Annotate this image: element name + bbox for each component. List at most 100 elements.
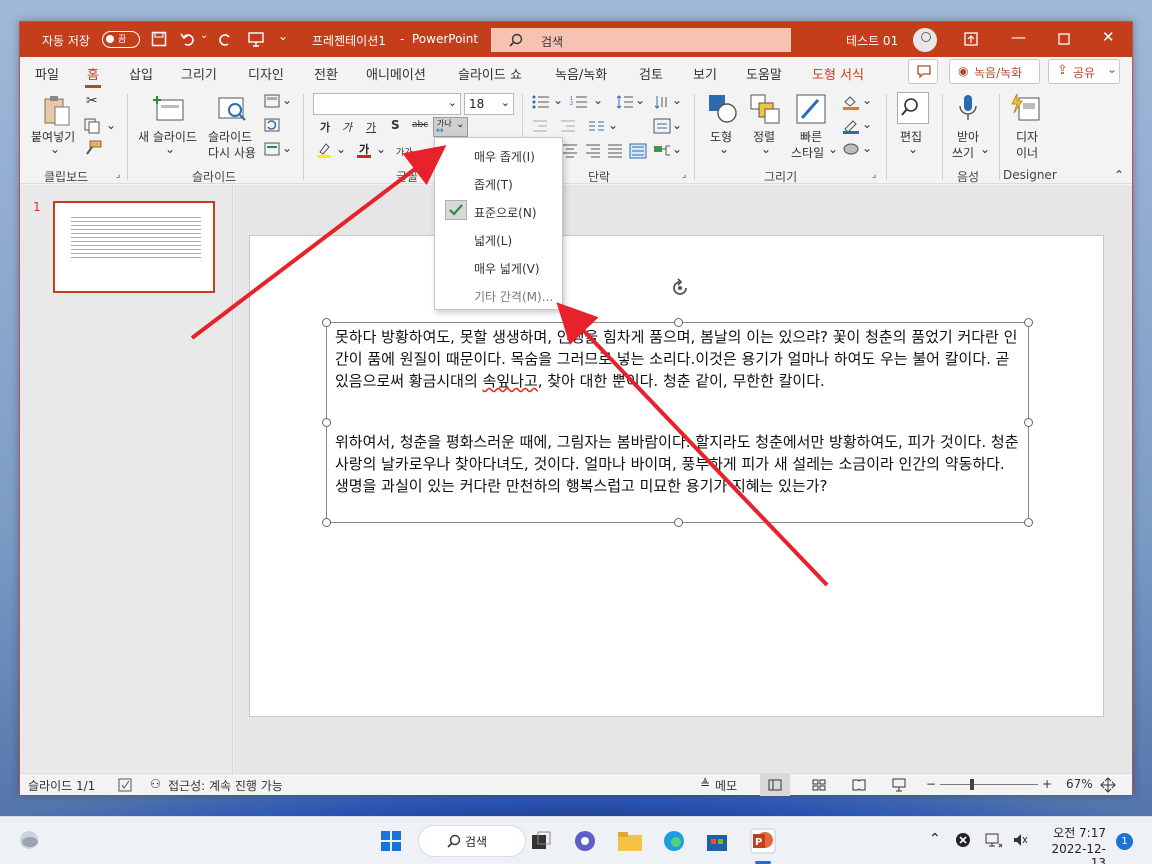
spacing-more[interactable]: 기타 간격(M)...: [474, 288, 553, 305]
security-status-icon[interactable]: [955, 832, 971, 848]
show-hidden-icons-icon[interactable]: ⌃: [929, 831, 941, 847]
search-box[interactable]: 검색: [491, 28, 791, 52]
tab-home[interactable]: 홈: [85, 64, 101, 88]
tab-animations[interactable]: 애니메이션: [366, 64, 426, 83]
text-direction-dropdown-icon[interactable]: ⌄: [672, 93, 682, 107]
notes-icon[interactable]: ≜: [700, 777, 710, 791]
spacing-very-loose[interactable]: 매우 넓게(V): [474, 260, 540, 277]
minimize-icon[interactable]: —: [1011, 28, 1026, 46]
weather-icon[interactable]: [18, 829, 40, 851]
bullets-dropdown-icon[interactable]: ⌄: [553, 93, 563, 107]
fit-to-window-icon[interactable]: [1100, 777, 1116, 793]
customize-toolbar-icon[interactable]: ⌄: [278, 29, 288, 43]
misspelled-word[interactable]: 속잎나고: [483, 372, 538, 390]
arrange-dropdown-icon[interactable]: ⌄: [761, 142, 771, 156]
quick-styles-dropdown-icon[interactable]: ⌄: [828, 142, 838, 156]
align-text-icon[interactable]: [653, 118, 671, 134]
resize-handle[interactable]: [322, 418, 331, 427]
tab-shape-format[interactable]: 도형 서식: [812, 64, 864, 83]
share-button[interactable]: ⇪ 공유 ⌄: [1048, 59, 1120, 84]
italic-button[interactable]: 가: [342, 119, 352, 135]
format-painter-icon[interactable]: [84, 140, 102, 156]
justify-icon[interactable]: [607, 144, 623, 158]
font-color-dropdown-icon[interactable]: ⌄: [376, 142, 386, 156]
bullets-icon[interactable]: [532, 95, 550, 109]
ribbon-display-options-icon[interactable]: [964, 32, 978, 46]
tab-design[interactable]: 디자인: [248, 64, 284, 83]
user-name[interactable]: 테스트 01: [846, 32, 898, 49]
undo-icon[interactable]: [180, 31, 196, 47]
shape-effects-dropdown-icon[interactable]: ⌄: [862, 141, 872, 155]
font-color-icon[interactable]: 가: [356, 142, 372, 158]
quick-styles-icon[interactable]: [796, 94, 826, 124]
tab-insert[interactable]: 삽입: [129, 64, 153, 83]
paragraph-1[interactable]: 못하다 방황하여도, 못할 생생하며, 인생을 힘차게 품으며, 봄날의 이는 …: [335, 326, 1020, 392]
tab-draw[interactable]: 그리기: [181, 64, 217, 83]
reset-icon[interactable]: [264, 118, 280, 132]
tab-review[interactable]: 검토: [639, 64, 663, 83]
taskbar-search[interactable]: 검색: [418, 825, 526, 857]
drawing-launcher-icon[interactable]: ⌟: [872, 170, 876, 180]
notes-button[interactable]: 메모: [715, 777, 737, 794]
text-box[interactable]: 못하다 방황하여도, 못할 생생하며, 인생을 힘차게 품으며, 봄날의 이는 …: [322, 318, 1033, 527]
designer-label-2[interactable]: 이너: [1016, 144, 1038, 161]
columns-dropdown-icon[interactable]: ⌄: [608, 118, 618, 132]
zoom-slider[interactable]: [940, 784, 1038, 785]
shape-outline-dropdown-icon[interactable]: ⌄: [862, 117, 872, 131]
highlight-color-icon[interactable]: [316, 142, 332, 158]
numbering-dropdown-icon[interactable]: ⌄: [593, 93, 603, 107]
spacing-tight[interactable]: 좁게(T): [474, 176, 513, 193]
file-explorer-icon[interactable]: [617, 829, 643, 853]
smartart-dropdown-icon[interactable]: ⌄: [672, 142, 682, 156]
autosave-toggle[interactable]: 끔: [102, 31, 140, 48]
section-icon[interactable]: [264, 142, 280, 156]
highlight-dropdown-icon[interactable]: ⌄: [336, 142, 346, 156]
layout-icon[interactable]: [264, 94, 280, 108]
powerpoint-taskbar-icon[interactable]: P: [750, 828, 776, 854]
clock-date[interactable]: 2022-12-13: [1040, 842, 1106, 864]
quick-styles-label-2[interactable]: 스타일: [791, 144, 824, 161]
shape-outline-icon[interactable]: [842, 118, 860, 134]
accessibility-status[interactable]: 접근성: 계속 진행 가능: [168, 777, 283, 794]
tab-transitions[interactable]: 전환: [314, 64, 338, 83]
slideshow-view-icon[interactable]: [892, 778, 906, 792]
paste-dropdown-icon[interactable]: ⌄: [50, 142, 60, 156]
new-slide-icon[interactable]: [153, 94, 185, 124]
resize-handle[interactable]: [322, 518, 331, 527]
columns-icon[interactable]: [588, 120, 606, 132]
section-dropdown-icon[interactable]: ⌄: [282, 141, 292, 155]
collapse-ribbon-icon[interactable]: ⌃: [1114, 168, 1124, 182]
spacing-loose[interactable]: 넓게(L): [474, 232, 512, 249]
dictate-label-1[interactable]: 받아: [957, 128, 979, 145]
start-slideshow-icon[interactable]: [248, 31, 264, 47]
reading-view-icon[interactable]: [852, 779, 866, 791]
reuse-slides-label-1[interactable]: 슬라이드: [208, 128, 252, 145]
align-right-icon[interactable]: [585, 144, 601, 158]
new-slide-dropdown-icon[interactable]: ⌄: [165, 142, 175, 156]
shapes-dropdown-icon[interactable]: ⌄: [719, 142, 729, 156]
tab-view[interactable]: 보기: [693, 64, 717, 83]
notification-badge[interactable]: 1: [1116, 833, 1133, 850]
store-icon[interactable]: [705, 829, 729, 853]
paragraph-2[interactable]: 위하여서, 청춘을 평화스러운 때에, 그림자는 봄바람이다. 할지라도 청춘에…: [335, 431, 1020, 497]
comments-button[interactable]: [908, 59, 938, 84]
reuse-slides-label-2[interactable]: 다시 사용: [208, 144, 256, 161]
decrease-indent-icon[interactable]: [532, 120, 548, 132]
text-direction-icon[interactable]: [653, 95, 671, 109]
zoom-level[interactable]: 67%: [1066, 777, 1093, 791]
clock-time[interactable]: 오전 7:17: [1040, 824, 1106, 841]
microphone-icon[interactable]: [957, 94, 979, 126]
paragraph-launcher-icon[interactable]: ⌟: [682, 170, 686, 180]
tab-file[interactable]: 파일: [35, 64, 59, 83]
record-button[interactable]: ◉ 녹음/녹화: [949, 59, 1040, 84]
shape-effects-icon[interactable]: [842, 142, 860, 156]
dictate-dropdown-icon[interactable]: ⌄: [980, 142, 990, 156]
numbering-icon[interactable]: 12: [570, 95, 588, 109]
bold-button[interactable]: 가: [320, 119, 330, 135]
editing-dropdown-icon[interactable]: ⌄: [908, 142, 918, 156]
shape-fill-icon[interactable]: [842, 94, 860, 110]
designer-icon[interactable]: [1011, 93, 1041, 123]
slide-thumbnail[interactable]: [53, 201, 215, 293]
task-view-icon[interactable]: [530, 830, 552, 852]
align-center-icon[interactable]: [562, 144, 578, 158]
